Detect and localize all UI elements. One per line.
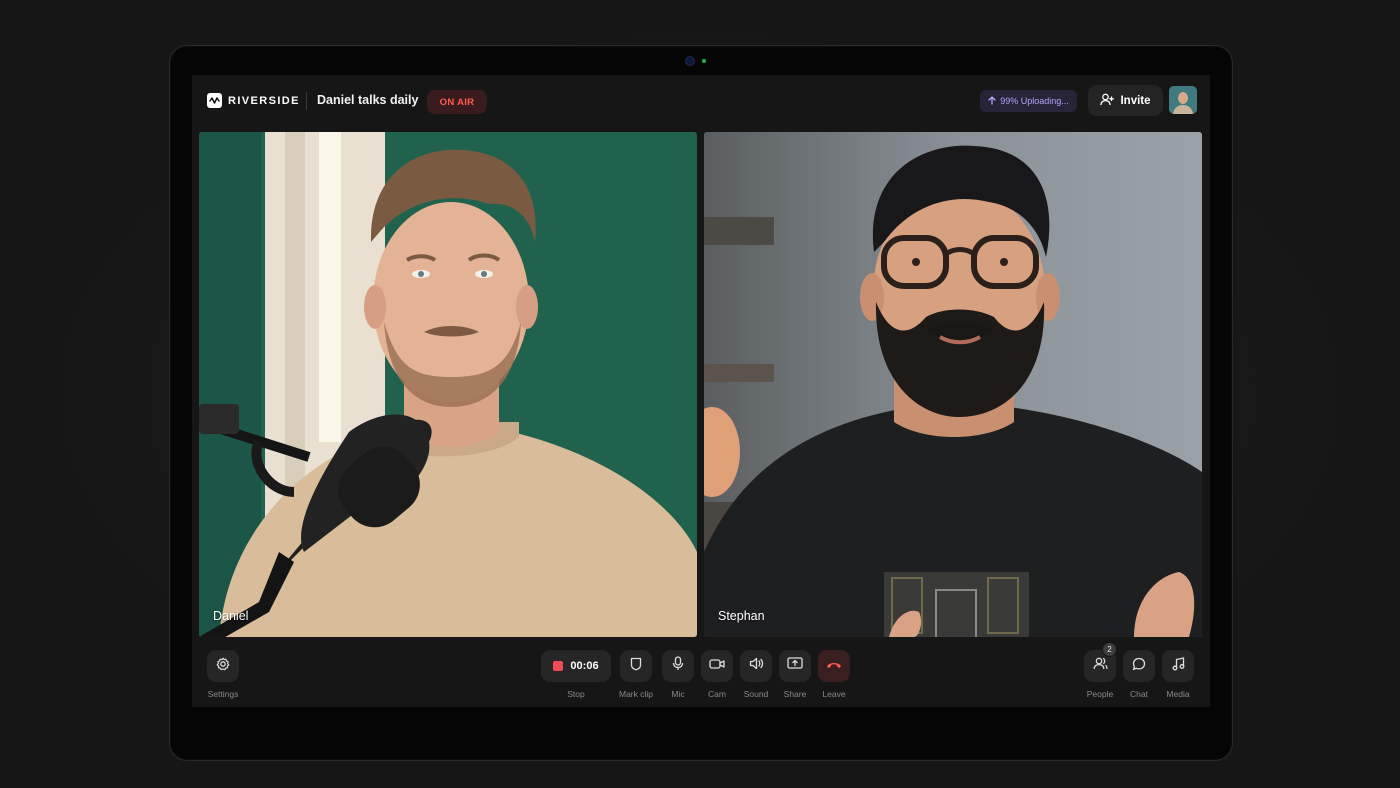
leave-label: Leave: [822, 689, 846, 699]
speaker-icon: [749, 657, 764, 675]
control-bar: Settings 00:06 Stop Mark clip Mic Cam So…: [192, 642, 1210, 707]
participant-video-stephan: [704, 132, 1202, 637]
mark-clip-control[interactable]: Mark clip: [619, 650, 653, 699]
people-button[interactable]: 2: [1084, 642, 1117, 682]
settings-button[interactable]: [207, 650, 239, 682]
camera-button[interactable]: [701, 650, 733, 682]
media-control[interactable]: Media: [1162, 650, 1194, 699]
people-label: People: [1086, 689, 1114, 699]
mark-clip-label: Mark clip: [619, 689, 654, 699]
sound-button[interactable]: [740, 650, 772, 682]
stop-control[interactable]: 00:06 Stop: [541, 650, 611, 699]
bookmark-shield-icon: [630, 657, 642, 676]
brand-logo[interactable]: RIVERSIDE: [207, 93, 300, 108]
participant-name-label: Stephan: [718, 609, 765, 623]
sound-control[interactable]: Sound: [740, 650, 772, 699]
share-screen-button[interactable]: [779, 650, 811, 682]
add-user-icon: [1100, 93, 1115, 109]
waveform-logo-icon: [207, 93, 222, 108]
people-icon: [1093, 657, 1108, 675]
cam-label: Cam: [708, 689, 726, 699]
mark-clip-button[interactable]: [620, 650, 652, 682]
header-divider: [306, 92, 307, 110]
mic-control[interactable]: Mic: [662, 650, 694, 699]
people-control[interactable]: 2 People: [1084, 642, 1117, 699]
music-note-icon: [1172, 656, 1185, 676]
app-window: RIVERSIDE Daniel talks daily ON AIR 99% …: [192, 75, 1210, 707]
webcam-indicator-light: [702, 59, 706, 63]
settings-control[interactable]: Settings: [207, 650, 239, 699]
mic-label: Mic: [671, 689, 685, 699]
share-label: Share: [783, 689, 807, 699]
gear-icon: [216, 657, 230, 676]
cam-control[interactable]: Cam: [701, 650, 733, 699]
studio-title: Daniel talks daily: [317, 93, 419, 107]
media-label: Media: [1166, 689, 1190, 699]
leave-call-button[interactable]: [818, 650, 850, 682]
invite-button[interactable]: Invite: [1088, 85, 1163, 116]
upload-arrow-icon: [988, 95, 996, 107]
participant-count-badge: 2: [1102, 642, 1117, 657]
mic-button[interactable]: [662, 650, 694, 682]
upload-status-text: 99% Uploading...: [1000, 96, 1069, 106]
microphone-icon: [672, 656, 684, 676]
media-button[interactable]: [1162, 650, 1194, 682]
video-tile-stephan[interactable]: Stephan: [704, 132, 1202, 637]
stop-label: Stop: [567, 689, 585, 699]
screen-share-icon: [787, 657, 803, 675]
webcam-lens: [685, 56, 695, 66]
stage-background: RIVERSIDE Daniel talks daily ON AIR 99% …: [0, 0, 1400, 788]
chat-button[interactable]: [1123, 650, 1155, 682]
chat-label: Chat: [1130, 689, 1148, 699]
upload-status-pill[interactable]: 99% Uploading...: [980, 90, 1077, 112]
video-camera-icon: [709, 657, 725, 675]
recording-timer: 00:06: [570, 660, 599, 672]
stop-recording-button[interactable]: 00:06: [541, 650, 611, 682]
participant-name-label: Daniel: [213, 609, 249, 623]
leave-control[interactable]: Leave: [818, 650, 850, 699]
laptop-frame: RIVERSIDE Daniel talks daily ON AIR 99% …: [169, 45, 1233, 761]
video-tile-daniel[interactable]: Daniel: [199, 132, 697, 637]
chat-bubble-icon: [1132, 657, 1146, 676]
brand-name: RIVERSIDE: [228, 94, 300, 107]
hang-up-phone-icon: [826, 657, 842, 675]
share-control[interactable]: Share: [779, 650, 811, 699]
top-bar: RIVERSIDE Daniel talks daily ON AIR 99% …: [192, 75, 1210, 131]
chat-control[interactable]: Chat: [1123, 650, 1155, 699]
sound-label: Sound: [743, 689, 769, 699]
participant-video-daniel: [199, 132, 697, 637]
record-stop-icon: [553, 661, 564, 671]
on-air-badge: ON AIR: [427, 90, 487, 114]
user-avatar[interactable]: [1169, 86, 1197, 114]
invite-label: Invite: [1120, 94, 1151, 107]
settings-label: Settings: [207, 689, 239, 699]
